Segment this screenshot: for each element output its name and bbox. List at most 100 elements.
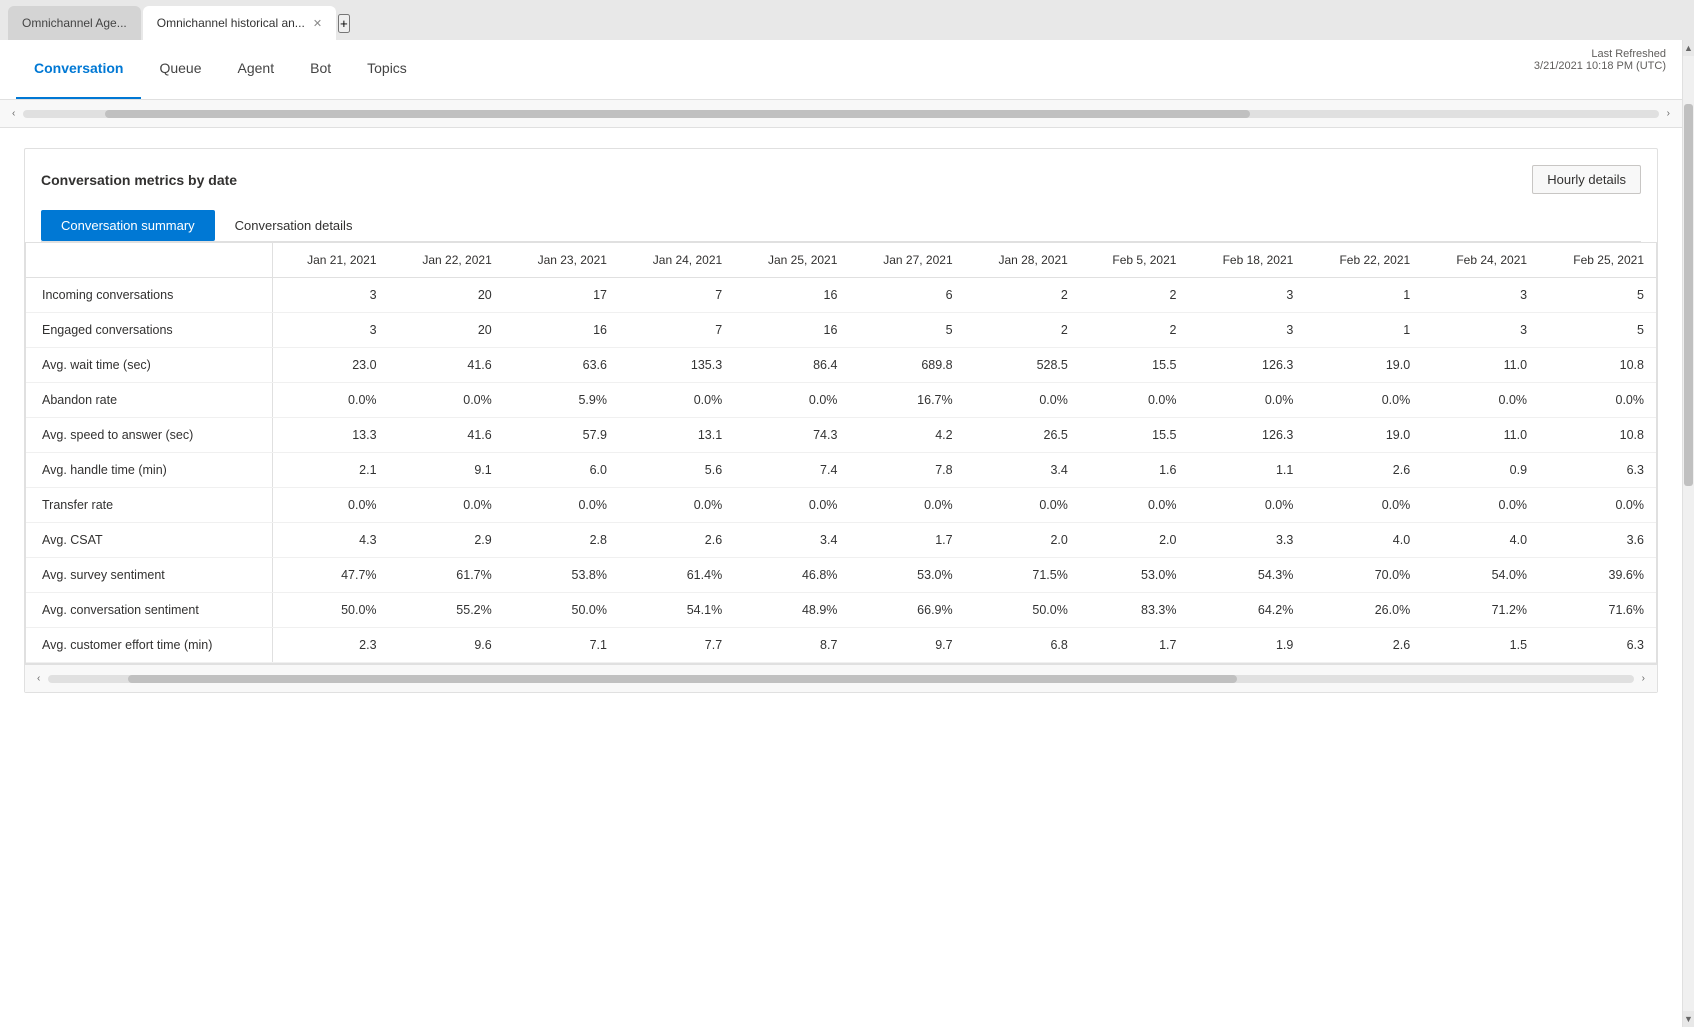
table-row: Avg. handle time (min)2.19.16.05.67.47.8…: [26, 453, 1656, 488]
cell-4-7: 15.5: [1080, 418, 1189, 453]
cell-9-11: 71.6%: [1539, 593, 1656, 628]
card-header: Conversation metrics by date Hourly deta…: [25, 149, 1657, 242]
bottom-scroll-left-icon[interactable]: ‹: [33, 671, 44, 686]
scrollbar-up-button[interactable]: ▲: [1683, 40, 1694, 56]
cell-2-4: 86.4: [734, 348, 849, 383]
cell-5-2: 6.0: [504, 453, 619, 488]
cell-7-2: 2.8: [504, 523, 619, 558]
sub-tab-summary[interactable]: Conversation summary: [41, 210, 215, 241]
cell-7-3: 2.6: [619, 523, 734, 558]
nav-tab-queue[interactable]: Queue: [141, 40, 219, 99]
cell-9-5: 66.9%: [849, 593, 964, 628]
nav-tab-agent[interactable]: Agent: [220, 40, 293, 99]
cell-0-3: 7: [619, 278, 734, 313]
top-navigation: Conversation Queue Agent Bot Topics: [0, 40, 1682, 100]
table-row: Transfer rate0.0%0.0%0.0%0.0%0.0%0.0%0.0…: [26, 488, 1656, 523]
cell-5-10: 0.9: [1422, 453, 1539, 488]
cell-2-7: 15.5: [1080, 348, 1189, 383]
cell-5-4: 7.4: [734, 453, 849, 488]
col-header-1: Jan 22, 2021: [389, 243, 504, 278]
cell-1-6: 2: [965, 313, 1080, 348]
cell-3-0: 0.0%: [273, 383, 389, 418]
cell-10-8: 1.9: [1188, 628, 1305, 663]
sub-tab-details[interactable]: Conversation details: [215, 210, 373, 241]
cell-7-4: 3.4: [734, 523, 849, 558]
cell-8-6: 71.5%: [965, 558, 1080, 593]
cell-0-6: 2: [965, 278, 1080, 313]
cell-3-10: 0.0%: [1422, 383, 1539, 418]
cell-10-9: 2.6: [1305, 628, 1422, 663]
add-tab-button[interactable]: +: [338, 14, 350, 33]
nav-tab-bot[interactable]: Bot: [292, 40, 349, 99]
cell-7-7: 2.0: [1080, 523, 1189, 558]
row-label-7: Avg. CSAT: [26, 523, 273, 558]
cell-7-11: 3.6: [1539, 523, 1656, 558]
cell-1-10: 3: [1422, 313, 1539, 348]
table-body: Incoming conversations320177166223135Eng…: [26, 278, 1656, 663]
cell-0-5: 6: [849, 278, 964, 313]
cell-9-9: 26.0%: [1305, 593, 1422, 628]
row-label-4: Avg. speed to answer (sec): [26, 418, 273, 453]
close-tab-icon[interactable]: ✕: [313, 17, 322, 30]
scroll-left-icon[interactable]: ‹: [8, 106, 19, 121]
bottom-scroll-right-icon[interactable]: ›: [1638, 671, 1649, 686]
cell-9-1: 55.2%: [389, 593, 504, 628]
cell-8-4: 46.8%: [734, 558, 849, 593]
cell-10-0: 2.3: [273, 628, 389, 663]
table-row: Abandon rate0.0%0.0%5.9%0.0%0.0%16.7%0.0…: [26, 383, 1656, 418]
cell-10-3: 7.7: [619, 628, 734, 663]
table-row: Engaged conversations320167165223135: [26, 313, 1656, 348]
cell-9-10: 71.2%: [1422, 593, 1539, 628]
cell-7-0: 4.3: [273, 523, 389, 558]
cell-6-11: 0.0%: [1539, 488, 1656, 523]
cell-9-3: 54.1%: [619, 593, 734, 628]
cell-2-11: 10.8: [1539, 348, 1656, 383]
scroll-right-icon[interactable]: ›: [1663, 106, 1674, 121]
cell-6-10: 0.0%: [1422, 488, 1539, 523]
cell-10-2: 7.1: [504, 628, 619, 663]
cell-3-2: 5.9%: [504, 383, 619, 418]
cell-3-9: 0.0%: [1305, 383, 1422, 418]
cell-7-10: 4.0: [1422, 523, 1539, 558]
scroll-track-top[interactable]: [23, 110, 1658, 118]
sub-tab-bar: Conversation summary Conversation detail…: [41, 210, 1641, 242]
row-label-8: Avg. survey sentiment: [26, 558, 273, 593]
scrollbar-down-button[interactable]: ▼: [1683, 1011, 1694, 1027]
cell-2-8: 126.3: [1188, 348, 1305, 383]
last-refreshed: Last Refreshed 3/21/2021 10:18 PM (UTC): [1534, 48, 1666, 72]
browser-tab-2[interactable]: Omnichannel historical an... ✕: [143, 6, 336, 40]
cell-4-10: 11.0: [1422, 418, 1539, 453]
cell-5-6: 3.4: [965, 453, 1080, 488]
browser-tab-2-label: Omnichannel historical an...: [157, 16, 305, 30]
cell-8-1: 61.7%: [389, 558, 504, 593]
cell-1-3: 7: [619, 313, 734, 348]
cell-10-7: 1.7: [1080, 628, 1189, 663]
cell-9-4: 48.9%: [734, 593, 849, 628]
cell-3-5: 16.7%: [849, 383, 964, 418]
cell-1-8: 3: [1188, 313, 1305, 348]
table-row: Avg. survey sentiment47.7%61.7%53.8%61.4…: [26, 558, 1656, 593]
nav-tab-topics[interactable]: Topics: [349, 40, 425, 99]
cell-1-9: 1: [1305, 313, 1422, 348]
cell-6-4: 0.0%: [734, 488, 849, 523]
browser-tab-1[interactable]: Omnichannel Age...: [8, 6, 141, 40]
section-title: Conversation metrics by date: [41, 172, 237, 188]
cell-5-1: 9.1: [389, 453, 504, 488]
scroll-track-bottom[interactable]: [48, 675, 1633, 683]
col-header-2: Jan 23, 2021: [504, 243, 619, 278]
data-table-container[interactable]: Jan 21, 2021 Jan 22, 2021 Jan 23, 2021 J…: [25, 242, 1657, 664]
cell-6-3: 0.0%: [619, 488, 734, 523]
cell-0-10: 3: [1422, 278, 1539, 313]
cell-4-0: 13.3: [273, 418, 389, 453]
scroll-thumb-bottom: [128, 675, 1238, 683]
nav-tab-conversation[interactable]: Conversation: [16, 40, 141, 99]
hourly-details-button[interactable]: Hourly details: [1532, 165, 1641, 194]
cell-8-2: 53.8%: [504, 558, 619, 593]
cell-4-6: 26.5: [965, 418, 1080, 453]
cell-1-4: 16: [734, 313, 849, 348]
scrollbar-track-vertical[interactable]: [1683, 56, 1694, 1011]
cell-2-3: 135.3: [619, 348, 734, 383]
cell-1-2: 16: [504, 313, 619, 348]
cell-2-1: 41.6: [389, 348, 504, 383]
cell-3-6: 0.0%: [965, 383, 1080, 418]
